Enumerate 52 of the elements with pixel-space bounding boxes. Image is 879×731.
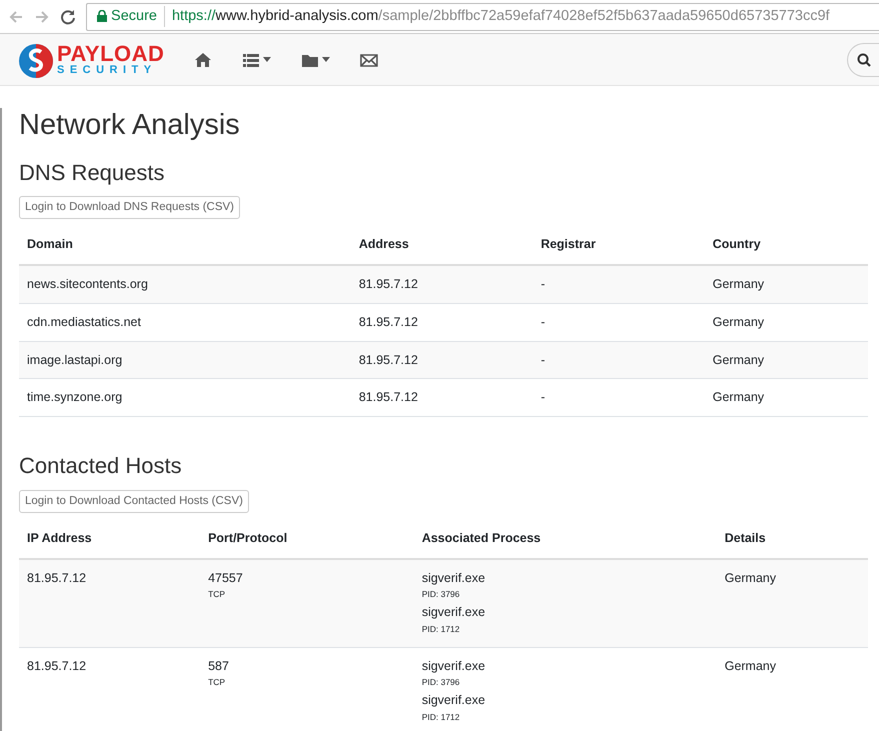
process-name: sigverif.exe (422, 570, 486, 587)
page-title: Network Analysis (19, 108, 241, 143)
table-cell: Germany (704, 378, 868, 417)
download-button[interactable]: Login to Download DNS Requests (CSV) (19, 196, 240, 220)
home-icon (194, 50, 212, 68)
section-title: DNS Requests (19, 160, 166, 186)
table-cell: - (532, 265, 705, 304)
table-cell: 81.95.7.12 (350, 378, 533, 417)
ip-address: 81.95.7.12 (27, 570, 86, 585)
process-name: sigverif.exe (422, 658, 486, 675)
pid-label: PID: 1712 (422, 622, 461, 636)
port-number: 47557 (208, 570, 244, 587)
country-text: Germany (724, 570, 776, 585)
table-cell: image.lastapi.org (19, 341, 351, 379)
pid-label: PID: 3796 (422, 676, 461, 690)
process-name: sigverif.exe (422, 692, 486, 710)
pid-label: PID: 1712 (422, 710, 461, 724)
section-title: Contacted Hosts (19, 453, 183, 480)
download-button[interactable]: Login to Download Contacted Hosts (CSV) (19, 490, 249, 513)
table-cell: 81.95.7.12 (350, 341, 533, 379)
table-cell: time.synzone.org (19, 378, 351, 417)
search-button[interactable] (847, 42, 879, 76)
nav-menu-item[interactable] (194, 50, 212, 68)
table-cell: news.sitecontents.org (19, 265, 351, 304)
logo-text[interactable]: PAYLOAD (57, 43, 164, 65)
search-icon (856, 52, 870, 66)
pid-label: PID: 3796 (422, 588, 461, 602)
country-text: Germany (724, 658, 776, 673)
url-text: www.hybrid-analysis.com (216, 6, 378, 26)
url-text: https:// (172, 6, 216, 26)
table-cell: - (532, 378, 705, 417)
url-text: /sample/2bbffbc72a59efaf74028ef52f5b637aada59650d65735773cc9f (378, 6, 830, 26)
caret-icon (263, 57, 272, 62)
table-cell: Germany (704, 265, 868, 304)
process-name: sigverif.exe (422, 604, 486, 622)
table-cell: cdn.mediastatics.net (19, 303, 351, 342)
ip-address: 81.95.7.12 (27, 658, 86, 673)
table-cell: 81.95.7.12 (350, 265, 533, 304)
secure-label: Secure (111, 8, 157, 24)
lock-icon (97, 10, 107, 22)
table-cell: - (532, 341, 705, 379)
caret-icon (322, 57, 330, 62)
address-bar[interactable]: Secure https://www.hybrid-analysis.com/sample/2bbffbc72a59efaf74028ef52f5b637aada59650d65735773cc9f (86, 2, 879, 30)
table-cell: Germany (704, 303, 868, 342)
port-number: 587 (208, 658, 230, 675)
table-cell: 81.95.7.12 (350, 303, 533, 342)
table-cell: - (532, 303, 705, 342)
reload-icon[interactable] (60, 8, 76, 24)
protocol-label: TCP (208, 588, 226, 602)
logo-subtext[interactable]: SECURITY (57, 65, 164, 76)
table-cell: Germany (704, 341, 868, 379)
protocol-label: TCP (208, 676, 226, 690)
